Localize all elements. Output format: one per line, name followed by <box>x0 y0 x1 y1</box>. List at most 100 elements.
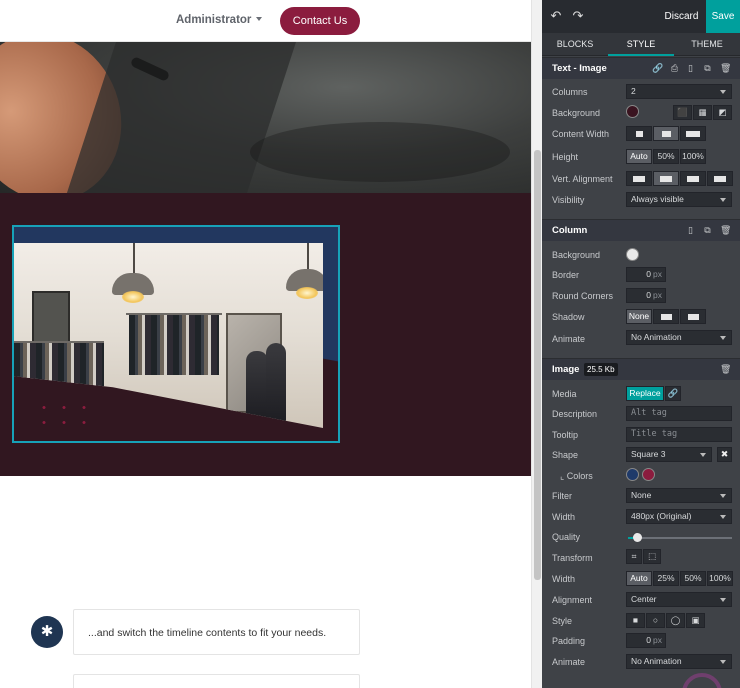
image-title: Image <box>552 364 580 375</box>
delete-icon[interactable]: 🗑 <box>720 225 731 236</box>
image-header: Image 25.5 Kb 🗑 <box>542 358 740 380</box>
image-width-label: Width <box>552 574 576 584</box>
width-label: Width <box>552 512 576 522</box>
style-rounded-icon[interactable]: ○ <box>646 613 665 628</box>
content-width-label: Content Width <box>552 129 610 139</box>
replace-button[interactable]: Replace <box>626 386 664 401</box>
mobile-icon[interactable]: ▯ <box>685 63 696 74</box>
round-corners-unit: px <box>653 290 662 300</box>
delete-icon[interactable]: 🗑 <box>720 364 731 375</box>
timeline-text[interactable]: ...and switch the timeline contents to f… <box>88 627 326 639</box>
timeline-card[interactable]: ...and switch the timeline contents to f… <box>73 609 360 655</box>
tab-style[interactable]: STYLE <box>608 33 674 56</box>
hero-fold-shape <box>250 122 510 182</box>
description-input[interactable]: Alt tag <box>626 406 732 421</box>
shadow-none-button[interactable]: None <box>626 309 652 324</box>
shadow-options: None <box>626 309 707 324</box>
style-square-icon[interactable]: ■ <box>626 613 645 628</box>
width-select[interactable]: 480px (Original) <box>626 509 732 524</box>
align-stretch-icon[interactable] <box>707 171 733 186</box>
hero-image[interactable] <box>0 42 531 193</box>
shape-color-1-swatch[interactable] <box>626 468 639 481</box>
redo-icon[interactable]: ↷ <box>571 9 585 23</box>
align-middle-icon[interactable] <box>653 171 679 186</box>
delete-icon[interactable]: 🗑 <box>720 63 731 74</box>
contact-us-button[interactable]: Contact Us <box>280 7 360 35</box>
transform-options: ⌗ ⬚ <box>626 549 662 564</box>
caret-down-icon <box>256 17 263 21</box>
width-25-button[interactable]: 25% <box>653 571 679 586</box>
image-icon[interactable]: ◩ <box>713 105 732 120</box>
height-auto-button[interactable]: Auto <box>626 149 652 164</box>
quality-slider[interactable] <box>628 533 732 542</box>
image-animate-select[interactable]: No Animation <box>626 654 732 669</box>
tab-theme[interactable]: THEME <box>674 33 740 56</box>
shadow-inset-icon[interactable] <box>680 309 706 324</box>
content-width-full-icon[interactable] <box>680 126 706 141</box>
website-canvas: Administrator Contact Us ✱ ...and switch… <box>0 0 531 688</box>
video-icon[interactable]: ▦ <box>693 105 712 120</box>
shadow-outset-icon[interactable] <box>653 309 679 324</box>
visibility-select[interactable]: Always visible <box>626 192 732 207</box>
transform-icon[interactable]: ⬚ <box>643 549 661 564</box>
duplicate-icon[interactable]: ⧉ <box>702 225 713 236</box>
column-background-swatch[interactable] <box>626 248 639 261</box>
style-circle-icon[interactable]: ◯ <box>666 613 685 628</box>
background-label: Background <box>552 108 601 118</box>
filter-select[interactable]: None <box>626 488 732 503</box>
background-color-swatch[interactable] <box>626 105 639 118</box>
tab-blocks[interactable]: BLOCKS <box>542 33 608 56</box>
undo-icon[interactable]: ↶ <box>549 9 563 23</box>
media-options: Replace 🔗 <box>626 386 682 401</box>
mobile-icon[interactable]: ▯ <box>685 225 696 236</box>
padding-unit: px <box>653 635 662 645</box>
save-button[interactable]: Save <box>706 0 740 33</box>
crop-icon[interactable]: ⌗ <box>626 549 642 564</box>
content-width-medium-icon[interactable] <box>653 126 679 141</box>
timeline-badge-icon: ✱ <box>31 616 63 648</box>
shape-select[interactable]: Square 3 <box>626 447 712 462</box>
canvas-scrollbar-thumb[interactable] <box>534 150 541 580</box>
height-50-button[interactable]: 50% <box>653 149 679 164</box>
quality-slider-handle[interactable] <box>633 533 643 542</box>
shape-color-2-swatch[interactable] <box>642 468 655 481</box>
text-image-title: Text - Image <box>552 63 607 74</box>
column-header: Column ▯ ⧉ 🗑 <box>542 219 740 241</box>
filter-label: Filter <box>552 491 572 501</box>
vert-alignment-options <box>626 171 734 186</box>
administrator-menu[interactable]: Administrator <box>176 14 263 26</box>
height-100-button[interactable]: 100% <box>680 149 706 164</box>
style-thumbnail-icon[interactable]: ▣ <box>686 613 705 628</box>
discard-button[interactable]: Discard <box>659 0 704 33</box>
save-snippet-icon[interactable]: ⎙ <box>669 63 680 74</box>
duplicate-icon[interactable]: ⧉ <box>702 63 713 74</box>
column-animate-select[interactable]: No Animation <box>626 330 732 345</box>
border-input[interactable]: 0 px <box>626 267 666 282</box>
clear-shape-icon[interactable]: ✖ <box>717 447 732 462</box>
width-50-button[interactable]: 50% <box>680 571 706 586</box>
canvas-scrollbar[interactable] <box>531 0 542 688</box>
link-icon[interactable]: 🔗 <box>665 386 681 401</box>
content-width-small-icon[interactable] <box>626 126 652 141</box>
link-icon[interactable]: 🔗 <box>652 63 663 74</box>
alignment-select[interactable]: Center <box>626 592 732 607</box>
width-100-button[interactable]: 100% <box>707 571 733 586</box>
align-bottom-icon[interactable] <box>680 171 706 186</box>
administrator-label: Administrator <box>176 14 252 26</box>
columns-select[interactable]: 2 <box>626 84 732 99</box>
width-auto-button[interactable]: Auto <box>626 571 652 586</box>
tooltip-input[interactable]: Title tag <box>626 427 732 442</box>
padding-label: Padding <box>552 636 586 646</box>
visibility-label: Visibility <box>552 195 585 205</box>
timeline-card[interactable] <box>73 674 360 688</box>
image-selection-outline <box>12 225 340 443</box>
shape-colors-label: ⌞ Colors <box>560 471 593 481</box>
round-corners-input[interactable]: 0 px <box>626 288 666 303</box>
shadow-label: Shadow <box>552 312 585 322</box>
media-label: Media <box>552 389 577 399</box>
padding-input[interactable]: 0 px <box>626 633 666 648</box>
align-top-icon[interactable] <box>626 171 652 186</box>
camera-icon[interactable]: ⬛ <box>673 105 692 120</box>
border-value: 0 <box>646 269 652 279</box>
tooltip-label: Tooltip <box>552 430 579 440</box>
